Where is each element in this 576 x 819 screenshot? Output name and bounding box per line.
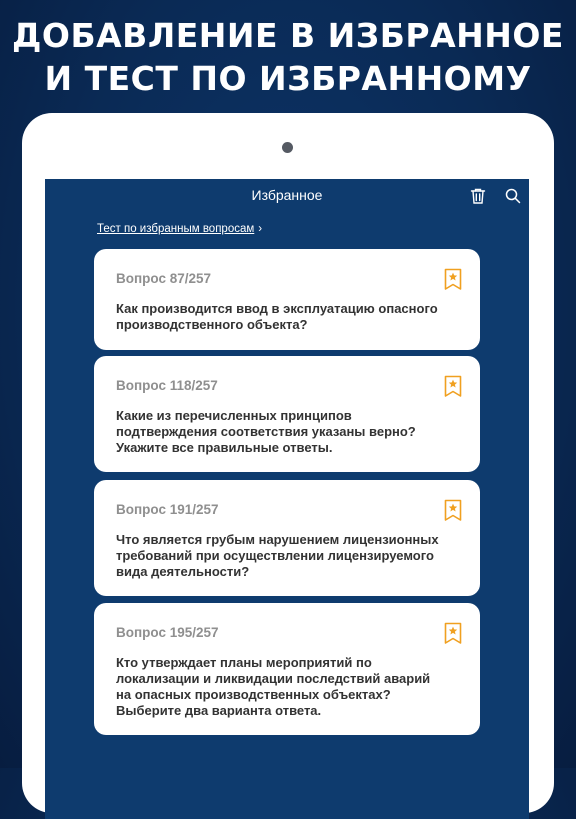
headline-line-1: ДОБАВЛЕНИЕ В ИЗБРАННОЕ	[12, 16, 564, 55]
question-text: Как производится ввод в эксплуатацию опа…	[116, 301, 438, 332]
bookmark-icon[interactable]	[444, 499, 462, 522]
camera-dot	[282, 142, 293, 153]
chevron-right-icon: ›	[258, 223, 263, 235]
favorites-test-link[interactable]: Тест по избранным вопросам ›	[97, 223, 262, 235]
app-screen: Избранное Тест по избранным вопросам › В…	[45, 179, 529, 819]
headline-line-2: И ТЕСТ ПО ИЗБРАННОМУ	[44, 59, 532, 98]
headline: ДОБАВЛЕНИЕ В ИЗБРАННОЕ И ТЕСТ ПО ИЗБРАНН…	[0, 14, 576, 100]
favorites-test-link-label: Тест по избранным вопросам	[97, 223, 255, 235]
question-text: Кто утверждает планы мероприятий по лока…	[116, 655, 431, 718]
question-number: Вопрос 87/257	[116, 271, 212, 286]
page-title: Избранное	[251, 187, 323, 203]
bookmark-icon[interactable]	[444, 375, 462, 398]
question-card[interactable]: Вопрос 191/257 Что является грубым наруш…	[94, 480, 480, 596]
bookmark-icon[interactable]	[444, 622, 462, 645]
question-number: Вопрос 118/257	[116, 378, 218, 393]
question-number: Вопрос 195/257	[116, 625, 219, 640]
question-card[interactable]: Вопрос 195/257 Кто утверждает планы меро…	[94, 603, 480, 735]
question-card[interactable]: Вопрос 87/257 Как производится ввод в эк…	[94, 249, 480, 350]
question-text: Что является грубым нарушением лицензион…	[116, 532, 439, 579]
search-icon[interactable]	[504, 187, 522, 205]
question-text: Какие из перечисленных принципов подтвер…	[116, 408, 416, 455]
bookmark-icon[interactable]	[444, 268, 462, 291]
trash-icon[interactable]	[469, 187, 487, 205]
question-card[interactable]: Вопрос 118/257 Какие из перечисленных пр…	[94, 356, 480, 472]
question-number: Вопрос 191/257	[116, 502, 219, 517]
tablet-frame: Избранное Тест по избранным вопросам › В…	[22, 113, 554, 819]
navigation-bar: Избранное	[45, 179, 529, 213]
